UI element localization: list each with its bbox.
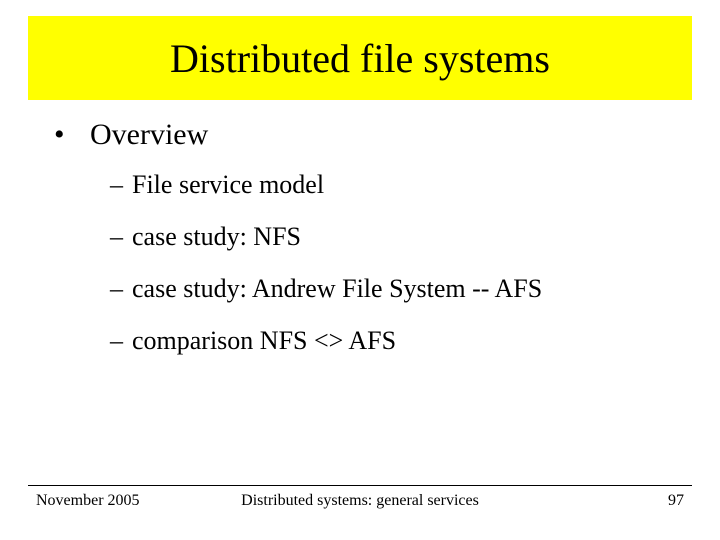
bullet-marker: • [54, 118, 90, 152]
slide-footer: November 2005 Distributed systems: gener… [28, 485, 692, 510]
footer-page: 97 [522, 492, 684, 510]
footer-date: November 2005 [36, 492, 198, 510]
footer-center: Distributed systems: general services [198, 492, 522, 510]
bullet-level2: – comparison NFS <> AFS [110, 326, 680, 356]
bullet-level2: – File service model [110, 170, 680, 200]
dash-marker: – [110, 170, 132, 200]
bullet-text: case study: Andrew File System -- AFS [132, 274, 542, 304]
bullet-text: Overview [90, 118, 208, 152]
slide-body: • Overview – File service model – case s… [54, 118, 680, 378]
bullet-level1: • Overview [54, 118, 680, 152]
footer-divider [28, 485, 692, 486]
bullet-level2: – case study: NFS [110, 222, 680, 252]
dash-marker: – [110, 222, 132, 252]
title-band: Distributed file systems [28, 16, 692, 100]
bullet-text: case study: NFS [132, 222, 301, 252]
slide-title: Distributed file systems [170, 35, 550, 82]
bullet-text: File service model [132, 170, 324, 200]
footer-row: November 2005 Distributed systems: gener… [28, 492, 692, 510]
bullet-level2: – case study: Andrew File System -- AFS [110, 274, 680, 304]
dash-marker: – [110, 326, 132, 356]
dash-marker: – [110, 274, 132, 304]
bullet-text: comparison NFS <> AFS [132, 326, 396, 356]
